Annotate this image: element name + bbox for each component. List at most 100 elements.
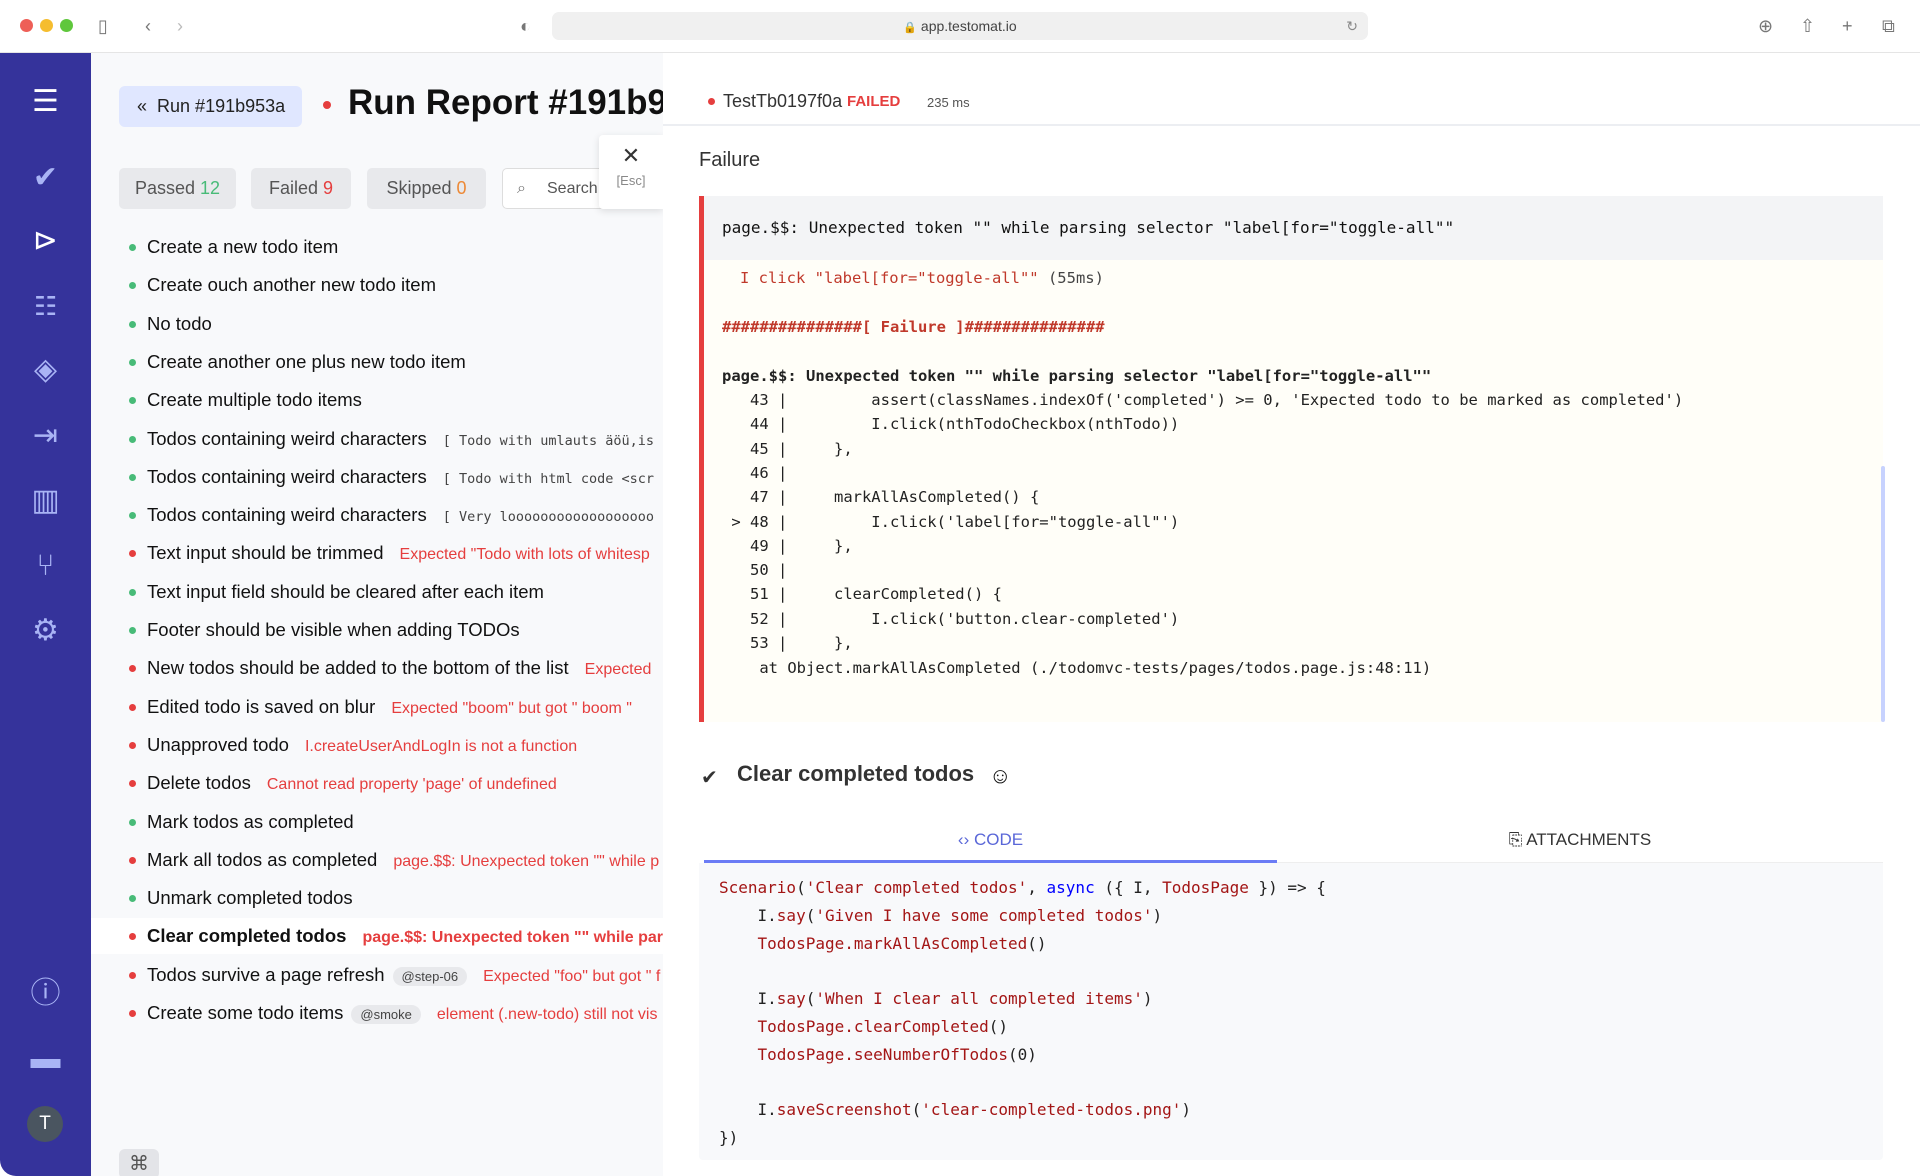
error-message: Expected	[584, 661, 652, 679]
tab-label: CODE	[973, 830, 1024, 849]
test-list-item[interactable]: Text input field should be cleared after…	[91, 574, 663, 610]
code-token: ()	[988, 1017, 1008, 1036]
test-list-item[interactable]: Create ouch another new todo item	[91, 267, 663, 303]
privacy-shield-icon[interactable]: ◐	[520, 14, 531, 38]
code-token: 'Given I have some completed todos'	[815, 905, 1153, 925]
error-message: page.$$: Unexpected token "" while parsi…	[362, 929, 663, 947]
sidebar: ☰ ✔ ⊳ ☷ ◈ ⇥ ▥ ⑂ ⚙ ⓘ ▬ T	[0, 53, 91, 1176]
branch-icon[interactable]: ⑂	[0, 548, 91, 584]
tag-badge[interactable]: @step-06	[392, 966, 468, 986]
error-message: Expected "foo" but got " f	[483, 967, 661, 985]
download-icon[interactable]: ⊕	[1758, 14, 1773, 38]
stack-line: 50 |	[722, 561, 788, 580]
status-dot	[129, 665, 136, 673]
filter-skipped[interactable]: Skipped 0	[367, 168, 486, 209]
analytics-icon[interactable]: ▥	[0, 483, 91, 519]
stack-line: 46 |	[722, 463, 788, 482]
back-icon[interactable]: ‹	[145, 14, 151, 38]
user-circle-icon[interactable]: ☺	[989, 763, 1011, 789]
gear-icon[interactable]: ⚙	[0, 613, 91, 649]
folder-icon[interactable]: ▬	[0, 1041, 91, 1077]
list-check-icon[interactable]: ☷	[0, 288, 91, 324]
code-token: )	[1142, 989, 1153, 1009]
code-token: say	[776, 905, 806, 925]
run-report-panel: « Run #191b953a Run Report #191b953a Pas…	[91, 53, 663, 1176]
address-bar[interactable]: 🔒 app.testomat.io ↻	[552, 12, 1368, 40]
import-icon[interactable]: ⇥	[0, 418, 91, 454]
share-icon[interactable]: ⇧	[1800, 14, 1815, 38]
test-list-item[interactable]: Create some todo items @smoke element (.ne…	[91, 995, 663, 1031]
test-list-item[interactable]: No todo	[91, 306, 663, 342]
test-list-item[interactable]: Todos containing weird characters [ Todo …	[91, 459, 663, 495]
test-list-item[interactable]: Mark all todos as completed page.$$: Unex…	[91, 842, 663, 878]
test-list-item[interactable]: Create a new todo item	[91, 229, 663, 265]
double-chevron-left-icon: «	[137, 96, 148, 116]
test-list-item[interactable]: Delete todos Cannot read property 'page' …	[91, 765, 663, 801]
test-list-item[interactable]: Text input should be trimmed Expected "To…	[91, 535, 663, 571]
test-list-item[interactable]: Todos survive a page refresh @step-06 Expe…	[91, 957, 663, 993]
filter-failed[interactable]: Failed 9	[251, 168, 351, 209]
close-window-button[interactable]	[20, 19, 33, 32]
test-list-item[interactable]: Footer should be visible when adding TOD…	[91, 612, 663, 648]
check-icon[interactable]: ✔	[0, 160, 91, 196]
code-token: })	[719, 1128, 739, 1148]
test-title: Create multiple todo items	[147, 389, 362, 411]
test-list-item[interactable]: Unapproved todo I.createUserAndLogIn is n…	[91, 727, 663, 763]
test-title: Create some todo items	[147, 1002, 344, 1023]
test-list-item[interactable]: Todos containing weird characters [ Very …	[91, 497, 663, 533]
test-list-item[interactable]: Mark todos as completed	[91, 804, 663, 840]
status-dot	[129, 780, 136, 788]
minimize-window-button[interactable]	[40, 19, 53, 32]
close-panel-button[interactable]: ✕ [Esc]	[599, 135, 663, 209]
test-list-item[interactable]: Todos containing weird characters [ Todo …	[91, 421, 663, 457]
code-token: TodosPage.seeNumberOfTodos	[719, 1044, 1008, 1064]
code-token: 'clear-completed-todos.png'	[921, 1100, 1182, 1120]
code-token: )	[1152, 905, 1163, 925]
test-list-item[interactable]: New todos should be added to the bottom …	[91, 650, 663, 686]
test-title: Text input should be trimmed	[147, 542, 384, 564]
menu-icon[interactable]: ☰	[0, 84, 91, 120]
status-dot	[323, 101, 331, 109]
status-dot	[129, 703, 136, 711]
tab-code[interactable]: ‹› CODE	[704, 821, 1277, 863]
code-token: TodosPage.clearCompleted	[719, 1017, 989, 1036]
browser-toolbar: ▯ ‹ › ◐ 🔒 app.testomat.io ↻ ⊕ ⇧ + ⧉	[0, 0, 1920, 53]
code-line: TodosPage.seeNumberOfTodos(0)	[719, 1041, 1037, 1069]
code-token: (	[805, 905, 816, 925]
status-dot	[129, 818, 136, 826]
test-title: Create ouch another new todo item	[147, 274, 436, 296]
forward-icon[interactable]: ›	[177, 14, 183, 38]
zoom-window-button[interactable]	[60, 19, 73, 32]
test-list-item[interactable]: Unmark completed todos	[91, 880, 663, 916]
tab-attachments[interactable]: ⎘ ATTACHMENTS	[1277, 821, 1883, 863]
code-token: 'When I clear all completed items'	[815, 989, 1143, 1009]
tag-badge[interactable]: @smoke	[351, 1005, 421, 1024]
filter-passed[interactable]: Passed 12	[119, 168, 236, 209]
test-header: TestTb0197f0a FAILED 235 ms	[663, 53, 1920, 126]
test-title: Mark all todos as completed	[147, 848, 378, 870]
play-circle-icon[interactable]: ⊳	[0, 223, 91, 259]
error-message: page.$$: Unexpected token "" while p	[393, 852, 660, 870]
test-list-item[interactable]: Create multiple todo items	[91, 382, 663, 418]
sidebar-toggle-icon[interactable]: ▯	[98, 14, 108, 38]
status-dot	[129, 933, 136, 941]
layers-icon[interactable]: ◈	[0, 352, 91, 388]
stack-line: 51 | clearCompleted() {	[722, 585, 1002, 604]
help-icon[interactable]: ⓘ	[0, 976, 91, 1012]
test-list-item[interactable]: Clear completed todos page.$$: Unexpected…	[91, 918, 663, 955]
code-line: Scenario('Clear completed todos', async …	[719, 874, 1326, 902]
scrollbar[interactable]	[1881, 466, 1885, 722]
tabs-overview-icon[interactable]: ⧉	[1882, 14, 1895, 38]
command-palette-button[interactable]: ⌘	[119, 1149, 159, 1176]
back-to-run-button[interactable]: « Run #191b953a	[119, 86, 302, 127]
test-title: Create a new todo item	[147, 236, 339, 257]
failure-heading: Failure	[699, 149, 761, 171]
code-token: async	[1046, 878, 1095, 897]
search-placeholder: Search	[547, 180, 598, 197]
test-list-item[interactable]: Edited todo is saved on blur Expected "bo…	[91, 689, 663, 725]
avatar[interactable]: T	[27, 1106, 63, 1142]
reload-icon[interactable]: ↻	[1346, 12, 1358, 40]
test-list-item[interactable]: Create another one plus new todo item	[91, 344, 663, 380]
new-tab-icon[interactable]: +	[1842, 14, 1853, 38]
test-title: Edited todo is saved on blur	[147, 695, 376, 717]
